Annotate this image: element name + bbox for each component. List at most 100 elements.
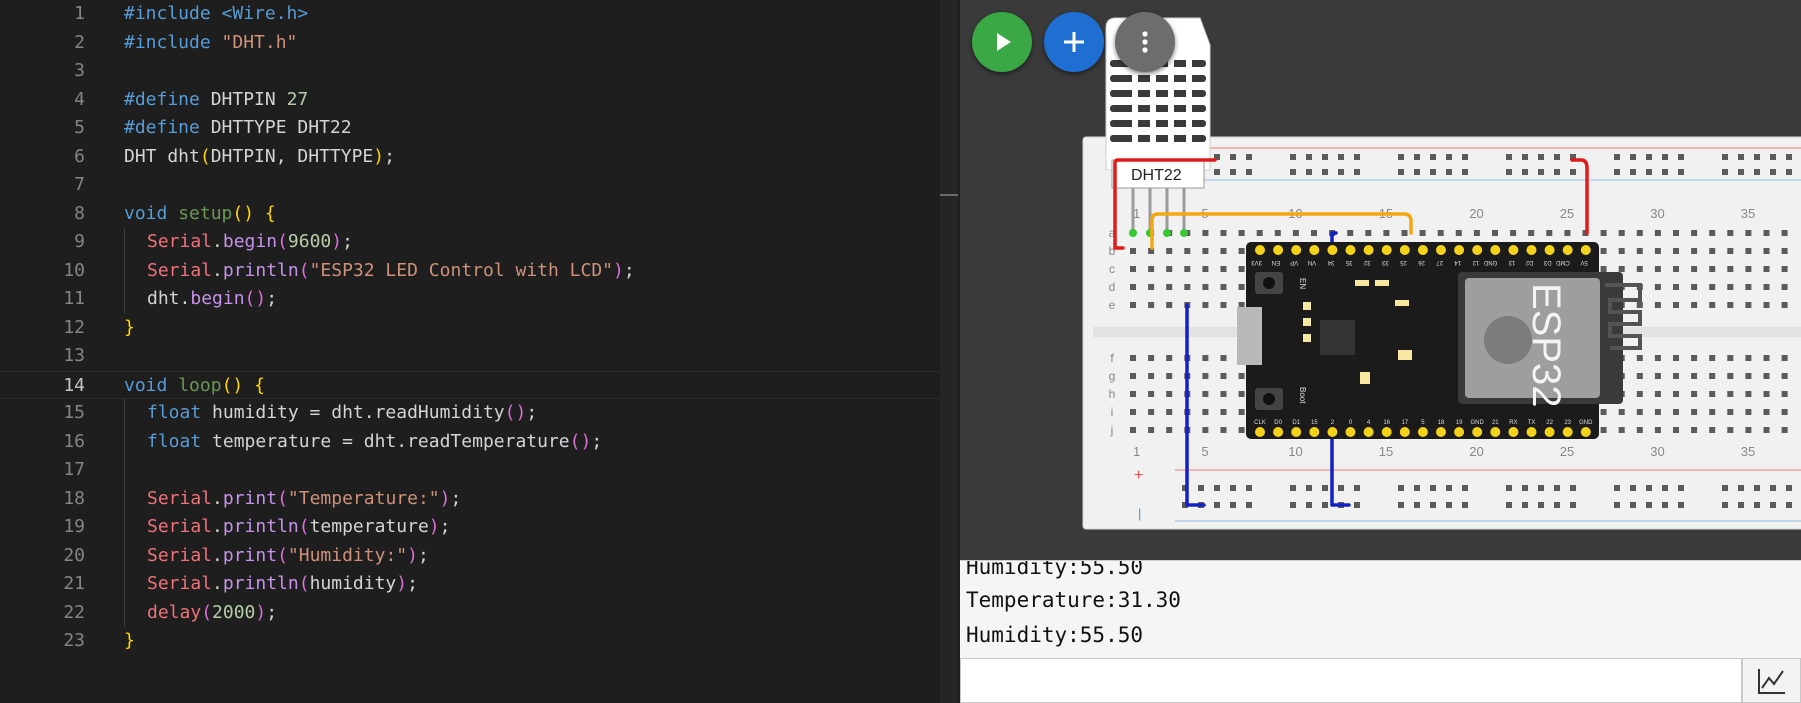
- breadboard-hole[interactable]: [1727, 391, 1734, 397]
- header-pin[interactable]: [1508, 245, 1519, 255]
- header-pin[interactable]: [1526, 245, 1537, 255]
- breadboard-hole[interactable]: [1600, 409, 1607, 415]
- rail-hole[interactable]: [1646, 502, 1652, 508]
- breadboard-hole[interactable]: [1691, 373, 1698, 379]
- breadboard-hole[interactable]: [1618, 427, 1625, 433]
- breadboard-hole[interactable]: [1636, 355, 1643, 361]
- breadboard-hole[interactable]: [1745, 248, 1752, 254]
- breadboard-hole[interactable]: [1709, 230, 1716, 236]
- breadboard-hole[interactable]: [1745, 355, 1752, 361]
- breadboard-hole[interactable]: [1202, 373, 1209, 379]
- rail-hole[interactable]: [1722, 154, 1728, 160]
- breadboard-hole[interactable]: [1781, 409, 1788, 415]
- breadboard-hole[interactable]: [1148, 373, 1155, 379]
- rail-hole[interactable]: [1754, 154, 1760, 160]
- breadboard-hole[interactable]: [1473, 230, 1480, 236]
- rail-hole[interactable]: [1770, 502, 1776, 508]
- header-pin[interactable]: [1345, 245, 1356, 255]
- rail-hole[interactable]: [1338, 169, 1344, 175]
- rail-hole[interactable]: [1214, 485, 1220, 491]
- breadboard-hole[interactable]: [1130, 302, 1136, 308]
- rail-hole[interactable]: [1506, 169, 1512, 175]
- rail-hole[interactable]: [1306, 169, 1312, 175]
- breadboard-hole[interactable]: [1654, 355, 1661, 361]
- rail-hole[interactable]: [1446, 502, 1452, 508]
- code-line[interactable]: 16 float temperature = dht.readTemperatur…: [0, 428, 958, 457]
- header-pin[interactable]: [1417, 427, 1428, 437]
- breadboard-hole[interactable]: [1220, 230, 1227, 236]
- code-line[interactable]: 10 Serial.println("ESP32 LED Control with…: [0, 257, 958, 286]
- serial-input[interactable]: [960, 658, 1742, 703]
- rail-hole[interactable]: [1506, 154, 1512, 160]
- rail-hole[interactable]: [1614, 169, 1620, 175]
- header-pin[interactable]: [1454, 427, 1465, 437]
- rail-hole[interactable]: [1398, 169, 1404, 175]
- breadboard-hole[interactable]: [1220, 284, 1227, 290]
- rail-hole[interactable]: [1414, 154, 1420, 160]
- rail-hole[interactable]: [1770, 154, 1776, 160]
- header-pin[interactable]: [1454, 245, 1465, 255]
- rail-hole[interactable]: [1430, 154, 1436, 160]
- breadboard-hole[interactable]: [1654, 373, 1661, 379]
- breadboard-hole[interactable]: [1654, 302, 1661, 308]
- breadboard-hole[interactable]: [1202, 391, 1209, 397]
- rail-hole[interactable]: [1462, 154, 1468, 160]
- breadboard-hole[interactable]: [1745, 302, 1752, 308]
- breadboard-hole[interactable]: [1781, 373, 1788, 379]
- breadboard-hole[interactable]: [1763, 427, 1770, 433]
- rail-hole[interactable]: [1570, 502, 1576, 508]
- breadboard-hole[interactable]: [1763, 409, 1770, 415]
- breadboard-hole[interactable]: [1673, 409, 1679, 415]
- rail-hole[interactable]: [1446, 169, 1452, 175]
- rail-hole[interactable]: [1646, 485, 1652, 491]
- breadboard-hole[interactable]: [1148, 391, 1155, 397]
- breadboard-hole[interactable]: [1636, 230, 1643, 236]
- breadboard-hole[interactable]: [1166, 373, 1173, 379]
- code-line[interactable]: 9 Serial.begin(9600);: [0, 228, 958, 257]
- breadboard-hole[interactable]: [1292, 230, 1299, 236]
- header-pin[interactable]: [1436, 427, 1446, 437]
- rail-hole[interactable]: [1554, 154, 1560, 160]
- breadboard-hole[interactable]: [1202, 284, 1209, 290]
- breadboard-hole[interactable]: [1727, 284, 1734, 290]
- breadboard-hole[interactable]: [1763, 373, 1770, 379]
- breadboard-hole[interactable]: [1709, 284, 1716, 290]
- rail-hole[interactable]: [1322, 502, 1328, 508]
- rail-hole[interactable]: [1506, 485, 1512, 491]
- code-line[interactable]: 4 #define DHTPIN 27: [0, 86, 958, 115]
- breadboard-hole[interactable]: [1220, 266, 1227, 272]
- breadboard-hole[interactable]: [1763, 284, 1770, 290]
- header-pin[interactable]: [1436, 245, 1446, 255]
- breadboard-hole[interactable]: [1130, 284, 1136, 290]
- breadboard-hole[interactable]: [1691, 427, 1698, 433]
- rail-hole[interactable]: [1354, 169, 1360, 175]
- breadboard-hole[interactable]: [1130, 409, 1136, 415]
- code-line[interactable]: 6 DHT dht(DHTPIN, DHTTYPE);: [0, 143, 958, 172]
- breadboard-hole[interactable]: [1492, 230, 1498, 236]
- rail-hole[interactable]: [1722, 169, 1728, 175]
- rail-hole[interactable]: [1678, 154, 1684, 160]
- rail-hole[interactable]: [1738, 169, 1744, 175]
- breadboard-hole[interactable]: [1220, 248, 1227, 254]
- rail-hole[interactable]: [1462, 485, 1468, 491]
- simulation-canvas[interactable]: 1 1 5 5 10 10 15 15 20 20 25 25 30 30 35 35 abcdefghi…: [960, 0, 1801, 560]
- header-pin[interactable]: [1345, 427, 1356, 437]
- header-pin[interactable]: [1544, 427, 1555, 437]
- breadboard-hole[interactable]: [1763, 230, 1770, 236]
- breadboard-hole[interactable]: [1691, 230, 1698, 236]
- header-pin[interactable]: [1291, 245, 1302, 255]
- breadboard-hole[interactable]: [1691, 266, 1698, 272]
- rail-hole[interactable]: [1662, 502, 1668, 508]
- rail-hole[interactable]: [1522, 169, 1528, 175]
- header-pin[interactable]: [1417, 245, 1428, 255]
- header-pin[interactable]: [1544, 245, 1555, 255]
- breadboard-hole[interactable]: [1673, 284, 1679, 290]
- breadboard-hole[interactable]: [1636, 266, 1643, 272]
- breadboard-hole[interactable]: [1130, 391, 1136, 397]
- breadboard-hole[interactable]: [1745, 409, 1752, 415]
- breadboard-hole[interactable]: [1618, 248, 1625, 254]
- breadboard-hole[interactable]: [1727, 230, 1734, 236]
- breadboard-hole[interactable]: [1763, 266, 1770, 272]
- breadboard-hole[interactable]: [1401, 230, 1408, 236]
- add-part-button[interactable]: [1044, 12, 1104, 72]
